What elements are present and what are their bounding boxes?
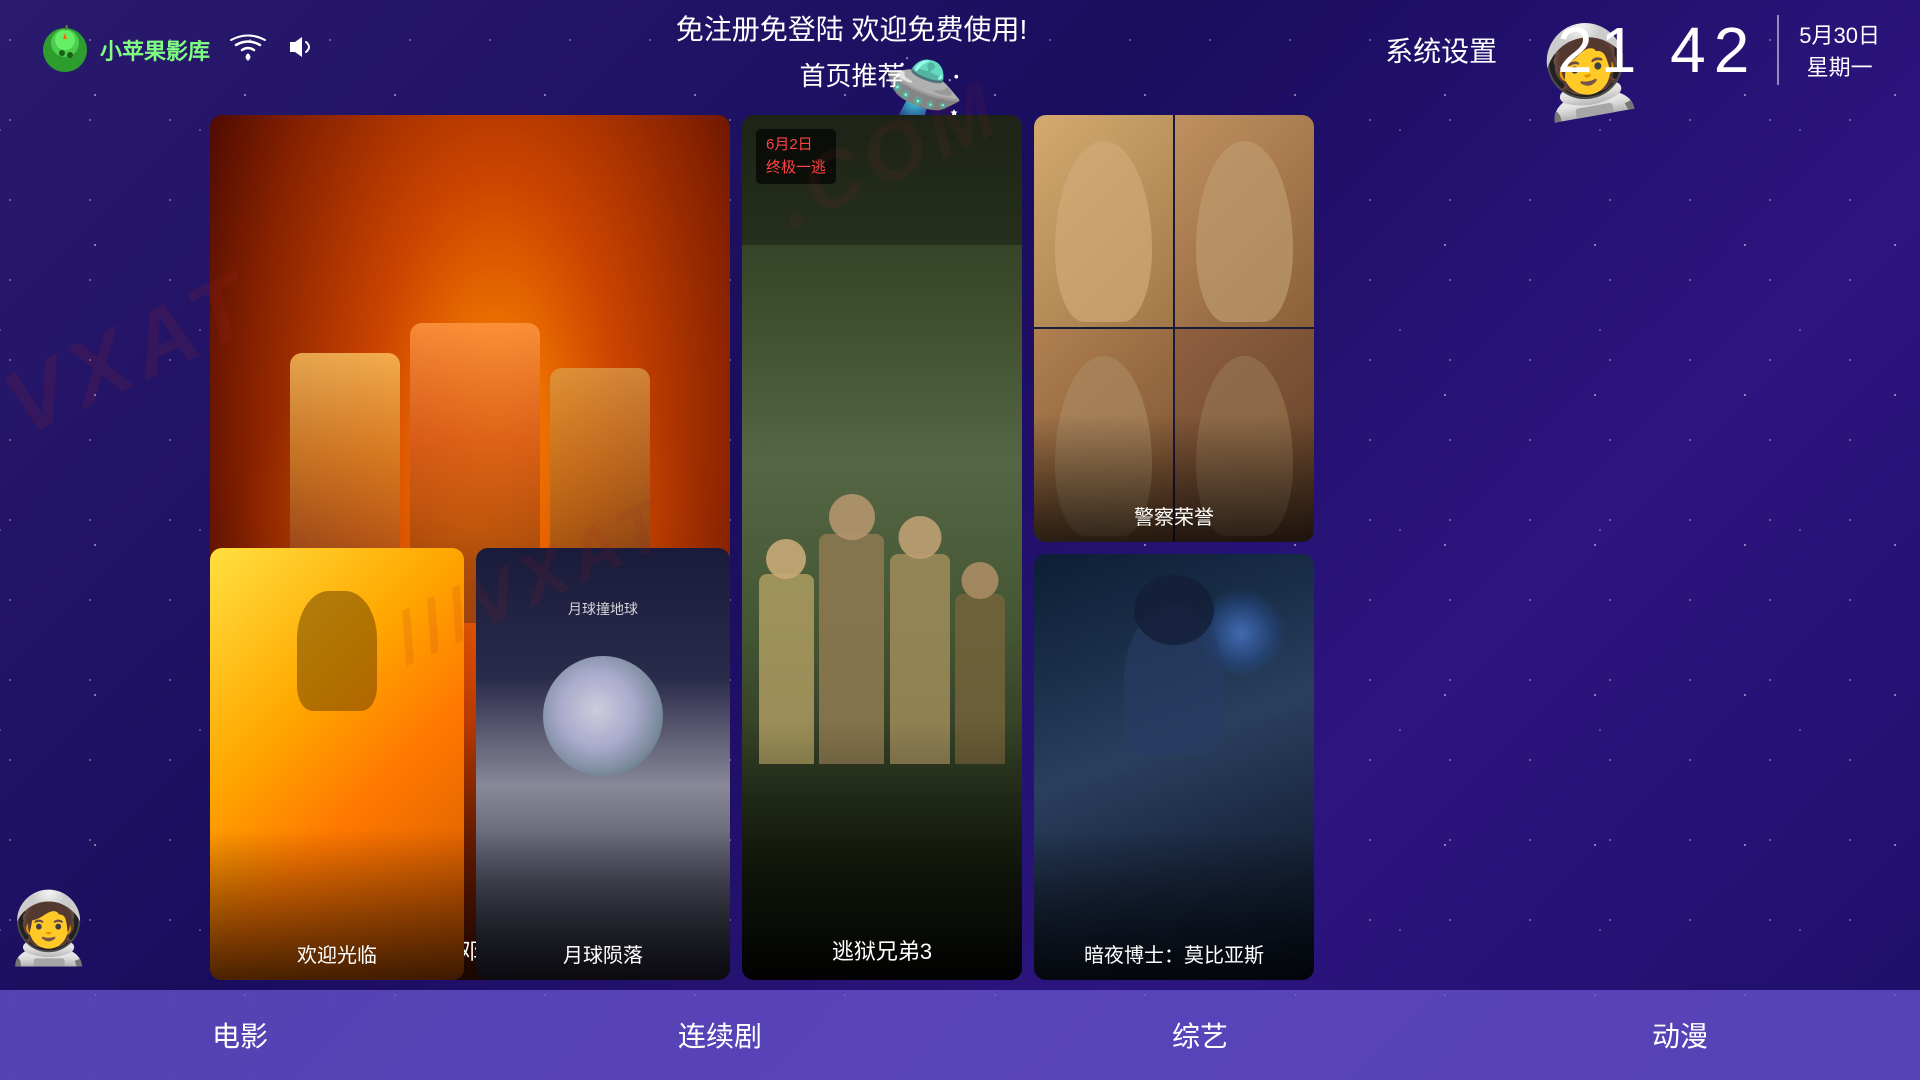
bottom-navigation: 电影 连续剧 综艺 动漫 [0, 990, 1920, 1080]
movie-card-morbius-main[interactable]: 暗夜博士：莫比亚斯 [1034, 554, 1314, 981]
person-topleft [1034, 115, 1173, 327]
police-title: 警察荣誉 [1034, 489, 1314, 542]
movie-card-welcome[interactable]: 欢迎光临 [210, 548, 464, 981]
home-nav-item[interactable]: 首页推荐 [800, 56, 904, 93]
weekday-text: 星期一 [1807, 50, 1873, 82]
settings-nav-item[interactable]: 系统设置 [1385, 30, 1497, 70]
nav-series[interactable]: 连续剧 [480, 995, 960, 1075]
movie-card-police-main[interactable]: 警察荣誉 [1034, 115, 1314, 542]
wifi-icon [230, 33, 266, 68]
movie-card-escape-main[interactable]: 6月2日 终极一逃 逃狱兄弟3 [742, 115, 1022, 980]
morbius-title: 暗夜博士：莫比亚斯 [1034, 927, 1314, 980]
nav-variety[interactable]: 综艺 [960, 995, 1440, 1075]
date-text: 5月30日 [1799, 18, 1880, 50]
volume-icon [286, 33, 318, 68]
welcome-text: 免注册免登陆 欢迎免费使用! [676, 8, 1028, 48]
header-center: 免注册免登陆 欢迎免费使用! 首页推荐 [318, 8, 1385, 93]
date-area: 5月30日 星期一 [1799, 18, 1880, 82]
nav-row: 首页推荐 [800, 56, 904, 93]
movie-card-moon-fall[interactable]: 月球撞地球 月球陨落 [476, 548, 730, 981]
app-logo-icon [40, 25, 90, 75]
nav-anime[interactable]: 动漫 [1440, 995, 1920, 1075]
header: 小苹果影库 免注册免登陆 欢迎免费使用! 首页推荐 系统设置 21 42 5月3… [0, 0, 1920, 100]
time-divider [1777, 15, 1779, 85]
time-display: 21 42 [1557, 13, 1757, 87]
logo-area: 小苹果影库 [40, 25, 210, 75]
moon-title: 月球陨落 [476, 927, 730, 980]
app-name: 小苹果影库 [100, 34, 210, 66]
nav-movies[interactable]: 电影 [0, 995, 480, 1075]
person-topright [1175, 115, 1314, 327]
escape-badge: 6月2日 终极一逃 [756, 129, 836, 184]
escape-title: 逃狱兄弟3 [742, 920, 1022, 980]
welcome-title: 欢迎光临 [210, 927, 464, 980]
time-area: 21 42 5月30日 星期一 [1557, 13, 1880, 87]
